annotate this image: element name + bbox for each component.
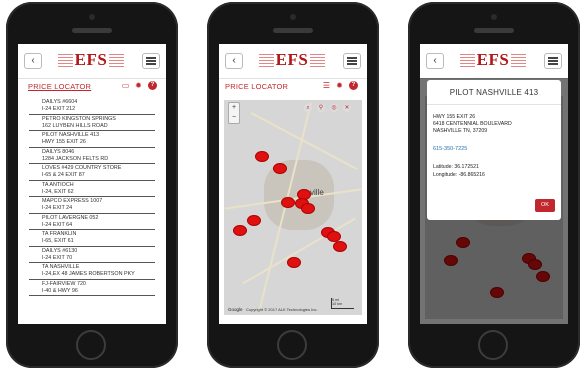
efs-logo: EFS bbox=[460, 50, 526, 72]
hamburger-menu-icon[interactable] bbox=[343, 53, 361, 69]
map-pin[interactable] bbox=[328, 232, 340, 241]
hamburger-menu-icon[interactable] bbox=[544, 53, 562, 69]
help-icon[interactable]: ? bbox=[148, 81, 157, 90]
back-button[interactable]: ‹ bbox=[24, 53, 42, 69]
back-button[interactable]: ‹ bbox=[426, 53, 444, 69]
efs-logo: EFS bbox=[259, 50, 325, 72]
zoom-out-button[interactable]: − bbox=[229, 113, 239, 123]
logo-text: EFS bbox=[474, 50, 512, 69]
map-pin[interactable] bbox=[302, 204, 314, 213]
logo-text: EFS bbox=[72, 50, 110, 69]
phone-list-view: ‹ EFS PRICE LOCATOR ▭ ✹ ? DAILYS #6604 I-… bbox=[6, 2, 178, 368]
list-item[interactable]: PILOT NASHVILLE 413 HWY 155 EXIT 26 bbox=[29, 131, 155, 148]
gear-icon[interactable]: ✹ bbox=[134, 81, 143, 90]
map-pin[interactable] bbox=[234, 226, 246, 235]
list-item[interactable]: TA ANTIOCH I-24, EXIT 62 bbox=[29, 181, 155, 197]
target-icon[interactable]: ◎ bbox=[330, 104, 338, 112]
logo-text: EFS bbox=[273, 50, 311, 69]
speaker bbox=[72, 28, 112, 33]
home-button[interactable] bbox=[277, 330, 307, 360]
camera bbox=[290, 14, 296, 20]
station-address: HWY 155 EXIT 26 6418 CENTENNIAL BOULEVAR… bbox=[433, 114, 512, 134]
station-coordinates: Latitude: 36.172521 Longitude: -86.86521… bbox=[433, 164, 485, 178]
hamburger-menu-icon[interactable] bbox=[142, 53, 160, 69]
list-item[interactable]: FJ-FAIRVIEW 720 I-40 & HWY 96 bbox=[29, 280, 155, 296]
map-scale: 5 mi 10 km bbox=[331, 298, 354, 309]
map-pin[interactable] bbox=[256, 152, 268, 161]
list-item[interactable]: DAILYS #6130 I-24 EXIT 70 bbox=[29, 247, 155, 263]
list-item[interactable]: DAILYS #6604 I-24 EXIT 212 bbox=[29, 98, 155, 115]
map-pin[interactable] bbox=[334, 242, 346, 251]
zoom-in-button[interactable]: + bbox=[229, 103, 239, 113]
app-header: ‹ EFS bbox=[18, 44, 166, 79]
screen-detail: ‹ EFS PILOT NASHVILLE 413 HWY 155 EXIT 2… bbox=[420, 44, 568, 324]
close-icon[interactable]: ✕ bbox=[343, 104, 351, 112]
list-item[interactable]: LOVES #429 COUNTRY STORE I-65 & 24 EXIT 8… bbox=[29, 164, 155, 181]
location-icon[interactable]: ⚲ bbox=[317, 104, 325, 112]
map-pin[interactable] bbox=[248, 216, 260, 225]
back-button[interactable]: ‹ bbox=[225, 53, 243, 69]
map-icon[interactable]: ▭ bbox=[121, 81, 130, 90]
list-item[interactable]: DAILYS 8046 1284 JACKSON FELTS RD bbox=[29, 148, 155, 164]
page-toolbar: PRICE LOCATOR ▭ ✹ ? bbox=[18, 78, 166, 96]
home-button[interactable] bbox=[478, 330, 508, 360]
station-list: DAILYS #6604 I-24 EXIT 212 PETRO KINGSTON… bbox=[29, 98, 155, 296]
screen-list: ‹ EFS PRICE LOCATOR ▭ ✹ ? DAILYS #6604 I-… bbox=[18, 44, 166, 324]
gear-icon[interactable]: ✹ bbox=[335, 81, 344, 90]
phone-map-view: ‹ EFS PRICE LOCATOR ☰ ✹ ? + − ⌕ ⚲ ◎ ✕ vil… bbox=[207, 2, 379, 368]
camera bbox=[491, 14, 497, 20]
app-header: ‹ EFS bbox=[219, 44, 367, 79]
list-item[interactable]: MAPCO EXPRESS 1007 I-24 EXIT 24 bbox=[29, 197, 155, 214]
map-pin[interactable] bbox=[298, 190, 310, 199]
map-pin[interactable] bbox=[274, 164, 286, 173]
camera bbox=[89, 14, 95, 20]
map-attribution-logo: Google bbox=[228, 307, 243, 312]
map-pin[interactable] bbox=[282, 198, 294, 207]
list-item[interactable]: PETRO KINGSTON SPRINGS 162 LUYBEN HILLS R… bbox=[29, 115, 155, 131]
help-icon[interactable]: ? bbox=[349, 81, 358, 90]
page-toolbar: PRICE LOCATOR ☰ ✹ ? bbox=[219, 78, 367, 96]
city-label: ville bbox=[310, 188, 324, 197]
speaker bbox=[474, 28, 514, 33]
screen-map: ‹ EFS PRICE LOCATOR ☰ ✹ ? + − ⌕ ⚲ ◎ ✕ vil… bbox=[219, 44, 367, 324]
search-icon[interactable]: ⌕ bbox=[304, 104, 312, 112]
page-title: PRICE LOCATOR bbox=[28, 82, 92, 91]
page-title: PRICE LOCATOR bbox=[225, 82, 289, 91]
efs-logo: EFS bbox=[58, 50, 124, 72]
list-item[interactable]: TA NASHVILLE I-24,EX 48 JAMES ROBERTSON P… bbox=[29, 263, 155, 280]
station-detail-modal: PILOT NASHVILLE 413 HWY 155 EXIT 26 6418… bbox=[427, 80, 561, 220]
list-icon[interactable]: ☰ bbox=[322, 81, 331, 90]
phone-detail-view: ‹ EFS PILOT NASHVILLE 413 HWY 155 EXIT 2… bbox=[408, 2, 580, 368]
phone-link[interactable]: 615-350-7225 bbox=[433, 146, 467, 152]
zoom-control[interactable]: + − bbox=[228, 102, 240, 124]
list-item[interactable]: TA FRANKLIN I-65, EXIT 61 bbox=[29, 230, 155, 247]
modal-title: PILOT NASHVILLE 413 bbox=[427, 80, 561, 105]
list-item[interactable]: PILOT LAVERGNE 052 I-24 EXIT 64 bbox=[29, 214, 155, 230]
map-canvas[interactable]: + − ⌕ ⚲ ◎ ✕ ville Google Copyright © 2017… bbox=[224, 100, 362, 315]
app-header: ‹ EFS bbox=[420, 44, 568, 79]
map-pin[interactable] bbox=[288, 258, 300, 267]
ok-button[interactable]: OK bbox=[535, 199, 555, 212]
home-button[interactable] bbox=[76, 330, 106, 360]
map-copyright: Copyright © 2017 ALK Technologies Inc. bbox=[246, 307, 318, 312]
speaker bbox=[273, 28, 313, 33]
